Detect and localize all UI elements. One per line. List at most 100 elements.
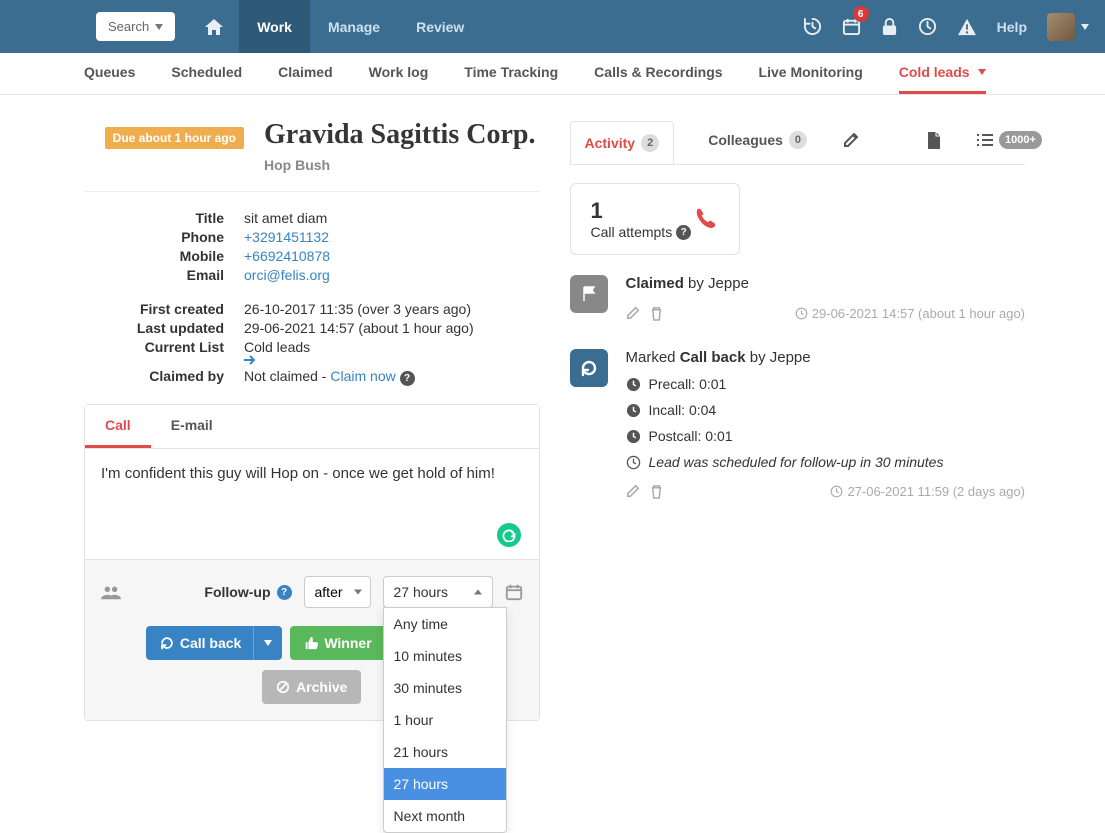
followup-duration-value: 27 hours xyxy=(394,584,448,600)
arrow-right-icon[interactable] xyxy=(244,355,540,365)
tab-document[interactable] xyxy=(925,120,943,164)
help-icon[interactable]: ? xyxy=(400,371,415,386)
option-30-min[interactable]: 30 minutes xyxy=(384,672,506,704)
tab-edit[interactable] xyxy=(841,120,861,163)
nav-manage[interactable]: Manage xyxy=(310,0,398,53)
label-title: Title xyxy=(84,210,244,226)
avatar xyxy=(1047,13,1075,41)
label-mobile: Mobile xyxy=(84,248,244,264)
callback-button[interactable]: Call back xyxy=(146,626,253,660)
callback-strong: Call back xyxy=(680,349,746,366)
home-icon[interactable] xyxy=(189,19,239,35)
compose-panel: Call E-mail I'm confident this guy will … xyxy=(84,404,540,721)
followup-duration-dropdown: Any time 10 minutes 30 minutes 1 hour 21… xyxy=(383,607,507,833)
tab-colleagues[interactable]: Colleagues 0 xyxy=(706,119,809,164)
tab-activity[interactable]: Activity 2 xyxy=(570,121,675,164)
note-textarea[interactable]: I'm confident this guy will Hop on - onc… xyxy=(85,449,539,559)
document-icon xyxy=(927,132,941,149)
edit-icon[interactable] xyxy=(626,306,640,321)
thumbs-up-icon xyxy=(304,636,318,650)
divider xyxy=(84,191,540,192)
label-email: Email xyxy=(84,267,244,283)
claimed-stamp: 29-06-2021 14:57 (about 1 hour ago) xyxy=(812,306,1025,321)
calendar-badge: 6 xyxy=(853,6,869,22)
precall-value: Precall: 0:01 xyxy=(649,376,727,392)
user-menu[interactable] xyxy=(1047,13,1089,41)
trash-icon[interactable] xyxy=(650,306,663,321)
winner-button[interactable]: Winner xyxy=(290,626,383,660)
tab-scheduled[interactable]: Scheduled xyxy=(171,53,242,94)
flag-icon xyxy=(570,275,608,313)
tab-activity-label: Activity xyxy=(585,135,636,151)
value-title: sit amet diam xyxy=(244,210,540,226)
caret-down-icon xyxy=(978,69,986,75)
claimed-by: by Jeppe xyxy=(684,275,749,292)
search-label: Search xyxy=(108,19,149,34)
timeline-item-claimed: Claimed by Jeppe xyxy=(570,275,1026,321)
callback-dropdown[interactable] xyxy=(253,626,282,660)
caret-down-icon xyxy=(155,24,163,30)
compose-tab-email[interactable]: E-mail xyxy=(151,405,233,448)
calendar-picker-icon[interactable] xyxy=(505,583,523,601)
grammarly-icon[interactable] xyxy=(497,523,521,547)
nav-review[interactable]: Review xyxy=(398,0,482,53)
help-icon[interactable]: ? xyxy=(277,585,292,600)
option-any-time[interactable]: Any time xyxy=(384,608,506,640)
phone-icon xyxy=(693,206,719,232)
claim-now-link[interactable]: Claim now xyxy=(330,368,395,384)
followup-when-select[interactable]: after xyxy=(304,576,371,608)
value-claimed-by-prefix: Not claimed - xyxy=(244,368,330,384)
option-27-hours[interactable]: 27 hours xyxy=(384,768,506,800)
callback-prefix: Marked xyxy=(626,349,680,366)
tab-worklog[interactable]: Work log xyxy=(369,53,429,94)
followup-duration-select[interactable]: 27 hours xyxy=(383,576,493,608)
tab-cold-leads[interactable]: Cold leads xyxy=(899,53,986,94)
tab-queues[interactable]: Queues xyxy=(84,53,135,94)
value-phone[interactable]: +3291451132 xyxy=(244,229,329,245)
trash-icon[interactable] xyxy=(650,484,663,499)
assign-icon[interactable] xyxy=(101,584,121,600)
option-10-min[interactable]: 10 minutes xyxy=(384,640,506,672)
edit-icon[interactable] xyxy=(626,484,640,499)
value-email[interactable]: orci@felis.org xyxy=(244,267,330,283)
call-attempts-label: Call attempts xyxy=(591,224,673,240)
tab-live[interactable]: Live Monitoring xyxy=(759,53,863,94)
search-button[interactable]: Search xyxy=(96,12,175,41)
callback-by: by Jeppe xyxy=(746,349,811,366)
tab-claimed[interactable]: Claimed xyxy=(278,53,332,94)
refresh-icon xyxy=(160,636,174,650)
help-link[interactable]: Help xyxy=(997,19,1027,35)
caret-down-icon xyxy=(1081,24,1089,30)
note-text: I'm confident this guy will Hop on - onc… xyxy=(101,465,495,482)
caret-down-icon xyxy=(264,640,272,646)
callback-label: Call back xyxy=(180,635,241,651)
tab-cold-leads-label: Cold leads xyxy=(899,64,970,80)
option-1-hour[interactable]: 1 hour xyxy=(384,704,506,736)
calendar-icon[interactable]: 6 xyxy=(842,17,861,36)
edit-icon xyxy=(843,132,859,148)
clock-icon xyxy=(626,429,641,444)
compose-tab-call[interactable]: Call xyxy=(85,405,151,448)
value-last-updated: 29-06-2021 14:57 (about 1 hour ago) xyxy=(244,320,540,336)
tab-timetracking[interactable]: Time Tracking xyxy=(464,53,558,94)
option-21-hours[interactable]: 21 hours xyxy=(384,736,506,768)
history-icon[interactable] xyxy=(803,17,822,36)
sched-text: Lead was scheduled for follow-up in 30 m… xyxy=(649,454,944,470)
clock-icon[interactable] xyxy=(918,17,937,36)
label-first-created: First created xyxy=(84,301,244,317)
tab-calls[interactable]: Calls & Recordings xyxy=(594,53,722,94)
option-next-month[interactable]: Next month xyxy=(384,800,506,832)
warning-icon[interactable] xyxy=(957,18,977,36)
followup-label: Follow-up xyxy=(204,584,270,600)
winner-label: Winner xyxy=(324,635,371,651)
label-current-list: Current List xyxy=(84,339,244,365)
company-title: Gravida Sagittis Corp. xyxy=(264,119,535,151)
help-icon[interactable]: ? xyxy=(676,225,691,240)
clock-icon xyxy=(795,307,808,320)
nav-work[interactable]: Work xyxy=(239,0,310,53)
archive-button[interactable]: Archive xyxy=(262,670,361,704)
tab-list[interactable]: 1000+ xyxy=(975,119,1044,164)
value-mobile[interactable]: +6692410878 xyxy=(244,248,330,264)
top-nav: Search Work Manage Review 6 Help xyxy=(0,0,1105,53)
lock-icon[interactable] xyxy=(881,17,898,36)
